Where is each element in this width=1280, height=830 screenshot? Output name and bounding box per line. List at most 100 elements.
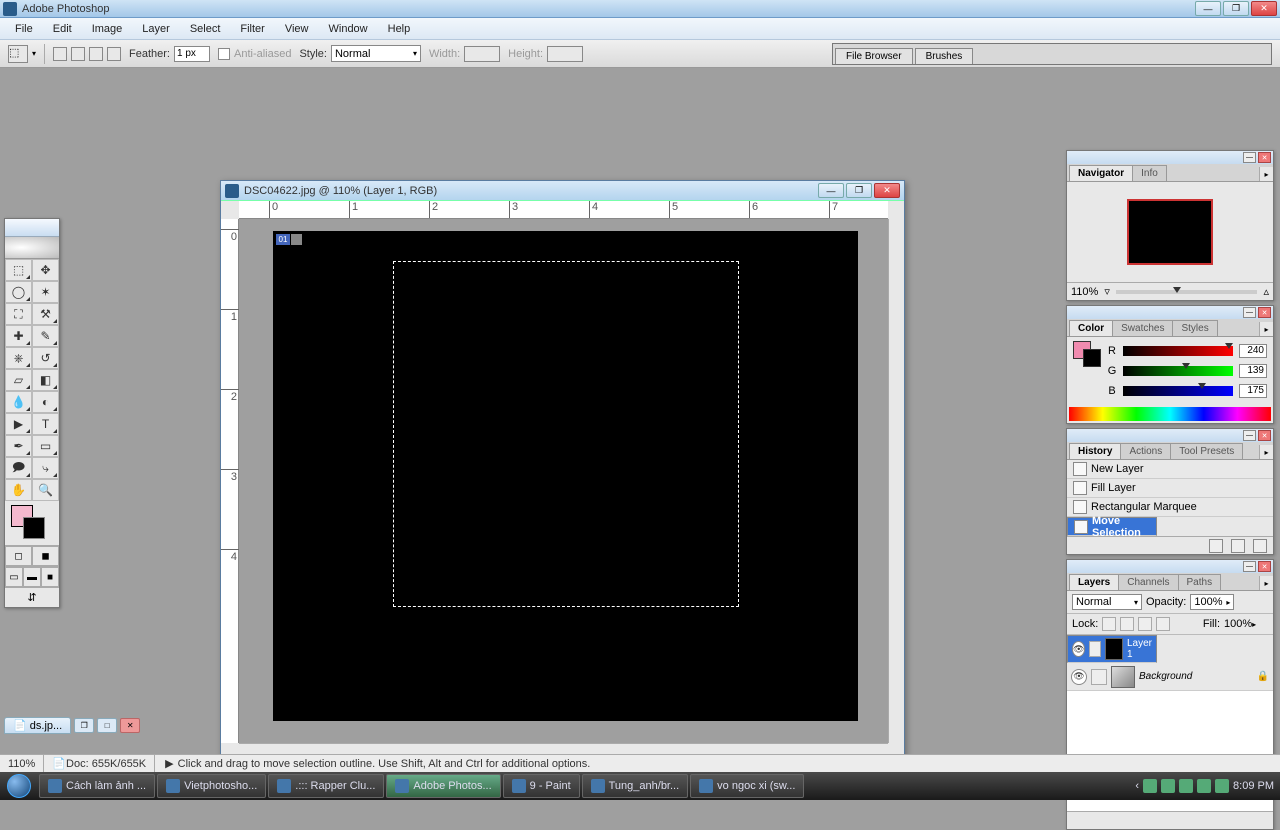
pen-tool[interactable]: ✒ — [5, 435, 32, 457]
panel-minimize-button[interactable]: — — [1243, 307, 1256, 318]
menu-layer[interactable]: Layer — [133, 21, 179, 37]
color-bg-swatch[interactable] — [1083, 349, 1101, 367]
menu-help[interactable]: Help — [379, 21, 420, 37]
navigator-thumbnail[interactable] — [1127, 199, 1213, 265]
panel-close-button[interactable]: ✕ — [1258, 307, 1271, 318]
layer-name[interactable]: Background — [1139, 671, 1253, 682]
menu-edit[interactable]: Edit — [44, 21, 81, 37]
panel-close-button[interactable]: ✕ — [1258, 152, 1271, 163]
tab-styles[interactable]: Styles — [1172, 320, 1217, 336]
layer-thumbnail[interactable] — [1105, 638, 1123, 660]
canvas[interactable]: 01 — [273, 231, 858, 721]
tab-paths[interactable]: Paths — [1178, 574, 1222, 590]
tab-actions[interactable]: Actions — [1120, 443, 1171, 459]
lasso-tool[interactable]: ◯ — [5, 281, 32, 303]
eraser-tool[interactable]: ▱ — [5, 369, 32, 391]
taskbar-item[interactable]: Adobe Photos... — [386, 774, 500, 798]
tab-tool-presets[interactable]: Tool Presets — [1170, 443, 1243, 459]
panel-menu-button[interactable]: ▸ — [1259, 576, 1273, 590]
selection-new-icon[interactable] — [53, 47, 67, 61]
doc-close-button[interactable]: ✕ — [874, 183, 900, 198]
standard-mode-button[interactable]: ◻ — [5, 546, 32, 566]
history-item[interactable]: Fill Layer — [1067, 479, 1273, 498]
stamp-tool[interactable]: ⎈ — [5, 347, 32, 369]
crop-tool[interactable]: ⛶ — [5, 303, 32, 325]
taskbar-item[interactable]: Vietphotosho... — [157, 774, 266, 798]
menu-select[interactable]: Select — [181, 21, 230, 37]
minidoc-title[interactable]: 📄 ds.jp... — [4, 717, 71, 734]
r-slider[interactable] — [1123, 346, 1233, 356]
tab-info[interactable]: Info — [1132, 165, 1167, 181]
feather-input[interactable] — [174, 46, 210, 62]
delete-state-icon[interactable] — [1253, 539, 1267, 553]
quickmask-mode-button[interactable]: ◼ — [32, 546, 59, 566]
fill-input[interactable]: 100%▸ — [1224, 618, 1268, 630]
g-value[interactable]: 139 — [1239, 364, 1267, 378]
panel-close-button[interactable]: ✕ — [1258, 561, 1271, 572]
doc-scrollbar-vertical[interactable] — [888, 219, 904, 743]
current-tool-icon[interactable]: ⬚ — [8, 45, 28, 63]
history-brush-tool[interactable]: ↺ — [32, 347, 59, 369]
layer-row[interactable]: 👁 Layer 1 — [1067, 635, 1157, 663]
hand-tool[interactable]: ✋ — [5, 479, 32, 501]
jump-to-imageready-button[interactable]: ⇵ — [5, 587, 59, 607]
history-item[interactable]: Move Selection — [1067, 517, 1157, 536]
screen-mode-3[interactable]: ■ — [41, 567, 59, 587]
layer-link-icon[interactable] — [1089, 641, 1101, 657]
panel-menu-button[interactable]: ▸ — [1259, 167, 1273, 181]
start-button[interactable] — [0, 772, 38, 800]
taskbar-item[interactable]: Tung_anh/br... — [582, 774, 689, 798]
brush-tool[interactable]: ✎ — [32, 325, 59, 347]
selection-subtract-icon[interactable] — [89, 47, 103, 61]
menu-file[interactable]: File — [6, 21, 42, 37]
blend-mode-select[interactable]: Normal▾ — [1072, 594, 1142, 610]
style-select[interactable]: Normal▾ — [331, 45, 421, 62]
taskbar-item[interactable]: vo ngoc xi (sw... — [690, 774, 804, 798]
panel-minimize-button[interactable]: — — [1243, 152, 1256, 163]
tab-swatches[interactable]: Swatches — [1112, 320, 1173, 336]
b-value[interactable]: 175 — [1239, 384, 1267, 398]
menu-view[interactable]: View — [276, 21, 318, 37]
lock-all-icon[interactable] — [1156, 617, 1170, 631]
tray-icon[interactable] — [1197, 779, 1211, 793]
menu-filter[interactable]: Filter — [231, 21, 273, 37]
tray-icon[interactable] — [1179, 779, 1193, 793]
visibility-eye-icon[interactable]: 👁 — [1071, 669, 1087, 685]
g-slider[interactable] — [1123, 366, 1233, 376]
taskbar-item[interactable]: 9 - Paint — [503, 774, 580, 798]
window-maximize-button[interactable]: ❐ — [1223, 1, 1249, 16]
taskbar-item[interactable]: .::: Rapper Clu... — [268, 774, 384, 798]
minidoc-close-button[interactable]: ✕ — [120, 718, 140, 733]
tray-clock[interactable]: 8:09 PM — [1233, 780, 1274, 792]
panel-menu-button[interactable]: ▸ — [1259, 322, 1273, 336]
panel-minimize-button[interactable]: — — [1243, 430, 1256, 441]
eyedropper-tool[interactable]: ⤷ — [32, 457, 59, 479]
blur-tool[interactable]: 💧 — [5, 391, 32, 413]
tab-history[interactable]: History — [1069, 443, 1121, 459]
background-color-swatch[interactable] — [23, 517, 45, 539]
r-value[interactable]: 240 — [1239, 344, 1267, 358]
opacity-input[interactable]: 100%▸ — [1190, 594, 1234, 610]
canvas-area[interactable]: 01 — [239, 219, 888, 743]
minidoc-restore-button[interactable]: ❐ — [74, 718, 94, 733]
zoom-in-icon[interactable]: ▵ — [1263, 285, 1269, 298]
tray-expand-icon[interactable]: ‹ — [1135, 780, 1139, 792]
docktab-file-browser[interactable]: File Browser — [835, 48, 913, 64]
wand-tool[interactable]: ✶ — [32, 281, 59, 303]
lock-transparent-icon[interactable] — [1102, 617, 1116, 631]
document-titlebar[interactable]: DSC04622.jpg @ 110% (Layer 1, RGB) — ❐ ✕ — [221, 181, 904, 201]
status-doc-size[interactable]: 📄 Doc: 655K/655K — [44, 755, 155, 772]
zoom-out-icon[interactable]: ▿ — [1104, 285, 1110, 298]
path-select-tool[interactable]: ▶ — [5, 413, 32, 435]
tab-channels[interactable]: Channels — [1118, 574, 1178, 590]
slice-tool[interactable]: ⚒ — [32, 303, 59, 325]
volume-icon[interactable] — [1215, 779, 1229, 793]
layer-row[interactable]: 👁 Background 🔒 — [1067, 663, 1273, 691]
navigator-zoom-slider[interactable] — [1116, 290, 1258, 294]
panel-close-button[interactable]: ✕ — [1258, 430, 1271, 441]
dodge-tool[interactable]: ◐ — [32, 391, 59, 413]
new-doc-from-state-icon[interactable] — [1209, 539, 1223, 553]
screen-mode-2[interactable]: ▬ — [23, 567, 41, 587]
panel-minimize-button[interactable]: — — [1243, 561, 1256, 572]
layer-link-icon[interactable] — [1091, 669, 1107, 685]
